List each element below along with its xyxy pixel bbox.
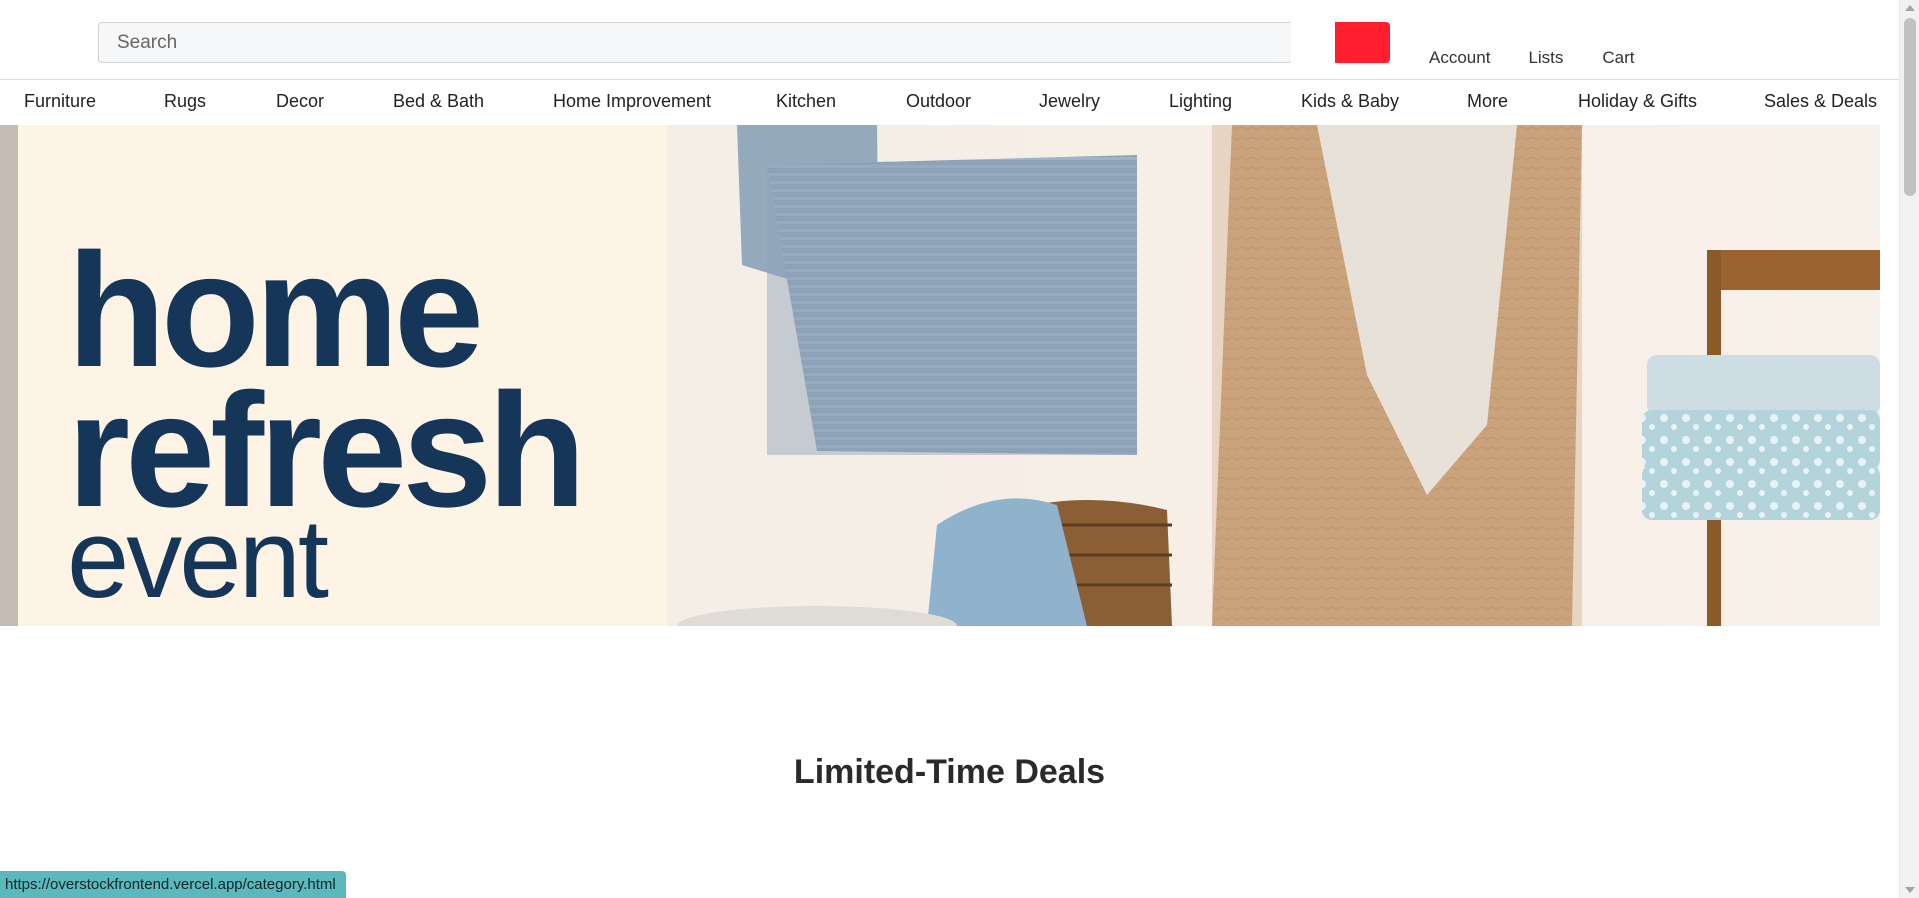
account-link[interactable]: Account [1429, 48, 1490, 68]
hero-edge [0, 125, 18, 626]
nav-item-bed-bath[interactable]: Bed & Bath [393, 91, 484, 112]
section-title: Limited-Time Deals [793, 753, 1106, 791]
nav-item-kitchen[interactable]: Kitchen [776, 91, 836, 112]
status-bar-url: https://overstockfrontend.vercel.app/cat… [0, 871, 346, 898]
folded-linen-bottom [1642, 465, 1880, 520]
account-links: Account Lists Cart [1429, 48, 1635, 68]
category-nav: Furniture Rugs Decor Bed & Bath Home Imp… [0, 80, 1899, 126]
hero-illustration [667, 125, 1880, 626]
nav-item-home-improvement[interactable]: Home Improvement [553, 91, 711, 112]
folded-linen-middle [1642, 410, 1880, 470]
scroll-down-icon[interactable] [1905, 887, 1915, 893]
search-bar [98, 22, 1391, 63]
nav-item-kids-baby[interactable]: Kids & Baby [1301, 91, 1399, 112]
hero-right-edge [1880, 125, 1899, 626]
nav-item-decor[interactable]: Decor [276, 91, 324, 112]
site-header: Account Lists Cart [0, 0, 1899, 80]
nav-item-jewelry[interactable]: Jewelry [1039, 91, 1100, 112]
nav-item-holiday-gifts[interactable]: Holiday & Gifts [1578, 91, 1697, 112]
chair-back [1707, 250, 1880, 290]
nav-item-outdoor[interactable]: Outdoor [906, 91, 971, 112]
folded-linen-top [1647, 355, 1880, 415]
nav-item-more[interactable]: More [1467, 91, 1508, 112]
search-input[interactable] [98, 22, 1291, 63]
scroll-thumb[interactable] [1904, 18, 1916, 196]
page: Account Lists Cart Furniture Rugs Decor … [0, 0, 1899, 898]
nav-item-rugs[interactable]: Rugs [164, 91, 206, 112]
hero-headline-line-3: event [67, 496, 329, 621]
hero-text-panel: home refresh event [18, 125, 667, 626]
scroll-up-icon[interactable] [1905, 5, 1915, 11]
vertical-scrollbar[interactable] [1899, 0, 1919, 898]
hero-banner[interactable]: home refresh event [0, 125, 1899, 626]
cart-link[interactable]: Cart [1602, 48, 1634, 68]
lists-link[interactable]: Lists [1528, 48, 1563, 68]
search-button[interactable] [1335, 22, 1390, 63]
nav-item-sales-deals[interactable]: Sales & Deals [1764, 91, 1877, 112]
nav-item-lighting[interactable]: Lighting [1169, 91, 1232, 112]
hero-image [667, 125, 1880, 626]
nav-item-furniture[interactable]: Furniture [24, 91, 96, 112]
